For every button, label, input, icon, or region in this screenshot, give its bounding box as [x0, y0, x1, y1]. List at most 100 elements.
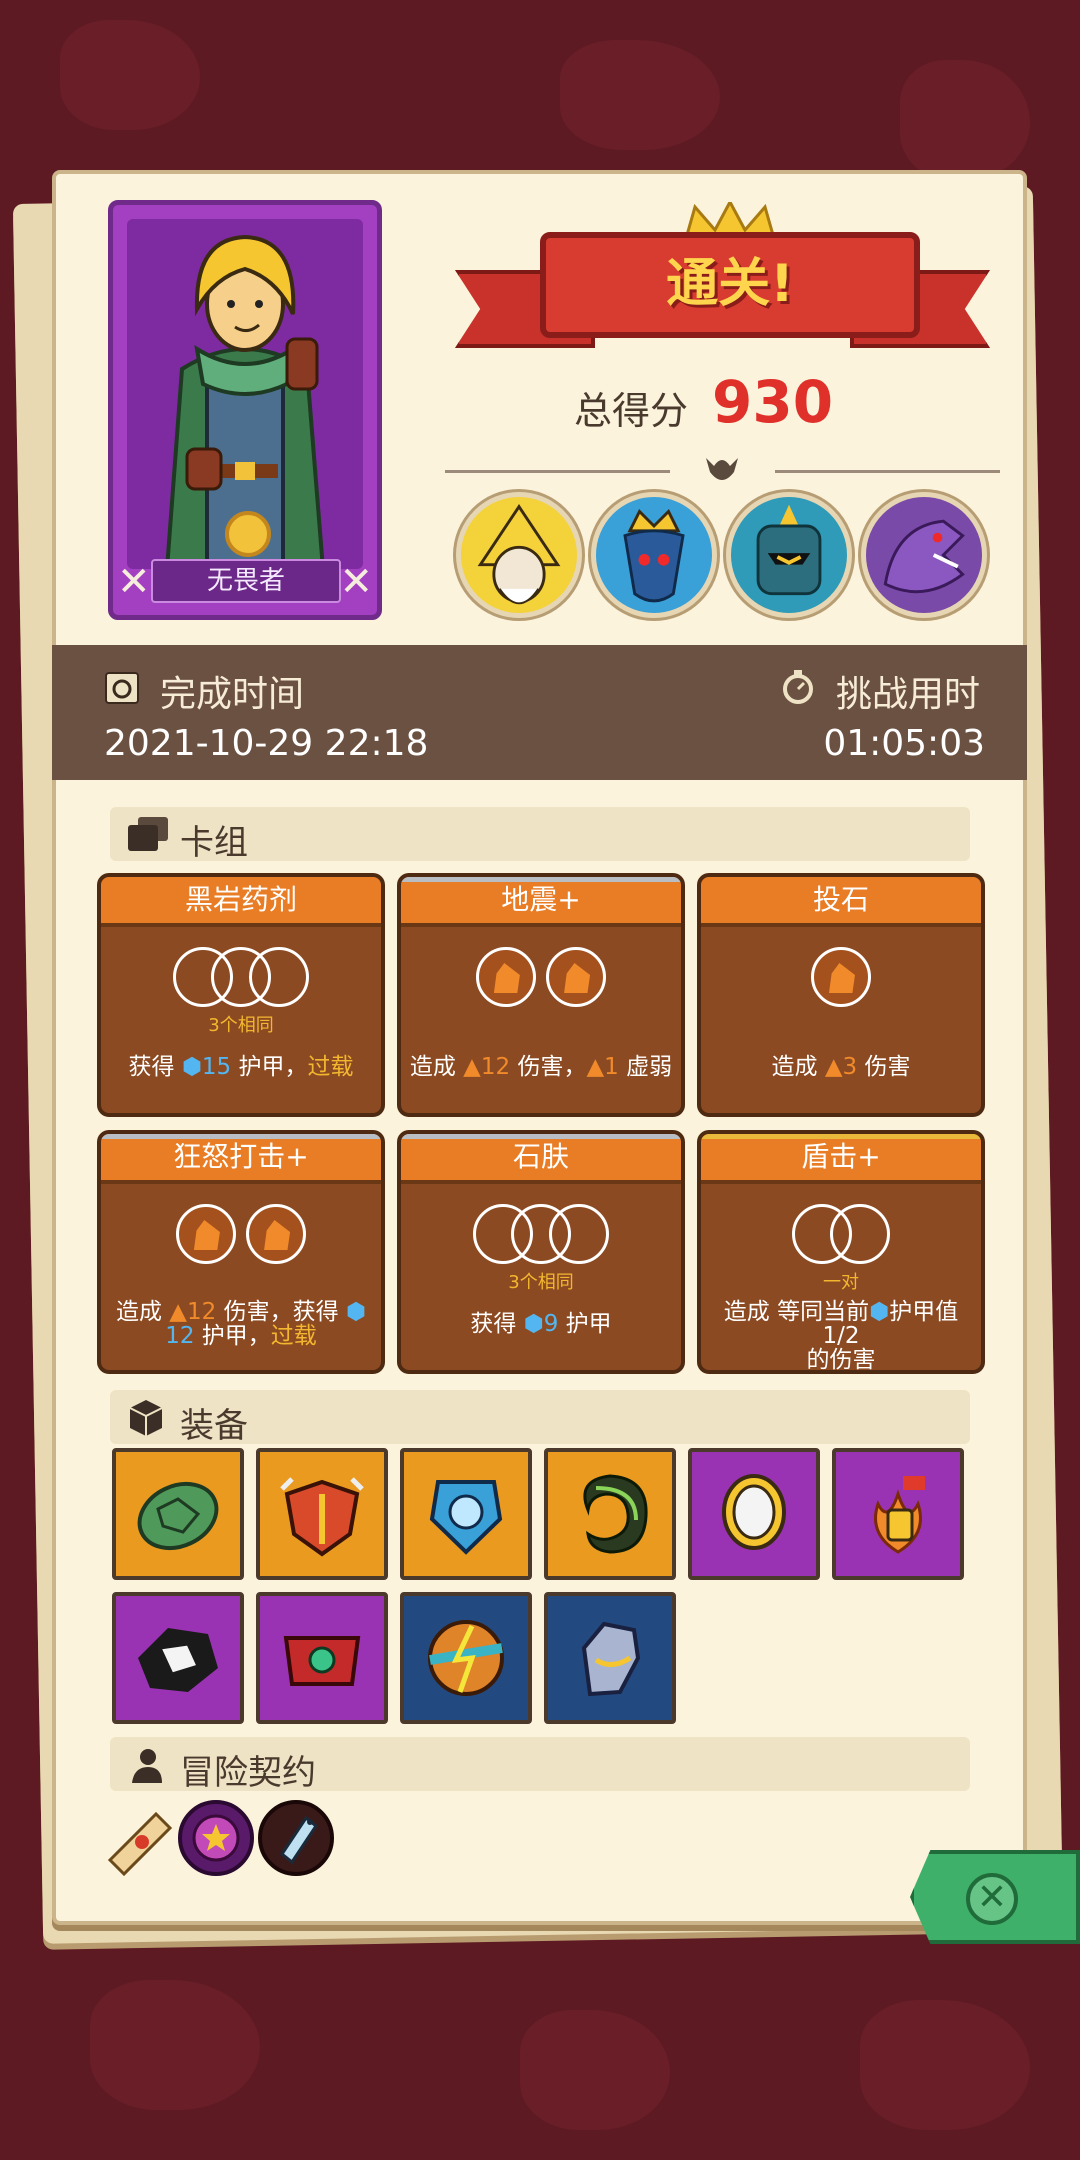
equipment-slot[interactable] — [112, 1592, 244, 1724]
equipment-slot[interactable] — [688, 1448, 820, 1580]
boss-portrait[interactable] — [861, 492, 987, 618]
equipment-slot[interactable] — [256, 1592, 388, 1724]
card-description: 获得 ⬢15 护甲，过载 — [109, 1055, 373, 1079]
bone-icon: ✕ — [117, 559, 151, 605]
deck-card[interactable]: 盾击+ 一对 造成 等同当前⬢护甲值1/2 的伤害 — [697, 1130, 985, 1374]
card-title: 盾击+ — [701, 1134, 981, 1184]
card-description: 造成 ▲3 伤害 — [709, 1055, 973, 1079]
background-decoration — [520, 2010, 670, 2130]
card-cost-slots — [401, 947, 681, 1009]
damage-value: 12 — [480, 1054, 511, 1080]
cards-icon — [128, 817, 168, 851]
deck-card[interactable]: 投石 造成 ▲3 伤害 — [697, 873, 985, 1117]
background-decoration — [60, 20, 200, 130]
deck-card[interactable]: 地震+ 造成 ▲12 伤害，▲1 虚弱 — [397, 873, 685, 1117]
card-title: 地震+ — [401, 877, 681, 927]
desc-text: 获得 — [128, 1054, 182, 1080]
equipment-slot[interactable] — [544, 1592, 676, 1724]
armor-value: 9 — [543, 1311, 559, 1337]
card-description: 造成 ▲12 伤害，▲1 虚弱 — [409, 1055, 673, 1079]
purple-seal-icon — [192, 1814, 240, 1862]
victory-title: 通关! — [666, 254, 794, 314]
damage-icon: ▲ — [824, 1054, 843, 1080]
equipment-slot[interactable] — [544, 1448, 676, 1580]
yellow-wizard-boss-icon — [477, 504, 561, 605]
equipment-slot[interactable] — [112, 1448, 244, 1580]
deck-card[interactable]: 石肤 3个相同 获得 ⬢9 护甲 — [397, 1130, 685, 1374]
desc-text: 获得 — [470, 1311, 524, 1337]
background-decoration — [90, 1980, 260, 2110]
spiked-armor-icon — [280, 1477, 364, 1557]
card-slot-note: 3个相同 — [508, 1272, 574, 1293]
teal-knight-boss-icon — [756, 504, 822, 596]
desc-text: 护甲 — [558, 1311, 612, 1337]
weak-value: 1 — [604, 1054, 619, 1080]
equipment-section-header: 装备 — [110, 1390, 970, 1446]
lightning-orb-icon — [428, 1620, 504, 1696]
close-icon: ✕ — [976, 1877, 1008, 1918]
desc-text: 伤害，获得 — [216, 1299, 346, 1325]
box-icon — [129, 1400, 163, 1436]
stopwatch-icon — [783, 670, 813, 704]
duration-label: 挑战用时 — [836, 674, 981, 715]
card-slot-note: 一对 — [823, 1272, 859, 1293]
person-icon — [132, 1749, 162, 1783]
armor-icon: ⬢ — [523, 1311, 544, 1337]
rock-gem-icon — [475, 947, 536, 1007]
desc-text: 护甲， — [194, 1323, 271, 1349]
hero-portrait-card[interactable]: ✕ ✕ 无畏者 — [108, 200, 382, 620]
rank-medal-icon — [225, 511, 271, 557]
equipment-slot[interactable] — [832, 1448, 964, 1580]
damage-icon: ▲ — [169, 1299, 187, 1325]
scroll-icon — [107, 1811, 173, 1877]
boss-portrait[interactable] — [456, 492, 582, 618]
card-cost-slots — [701, 947, 981, 1009]
victory-banner: 通关! — [540, 232, 920, 338]
card-slot-note: 3个相同 — [208, 1015, 274, 1036]
desc-text: 造成 等同当前 — [723, 1299, 870, 1325]
deck-section-header: 卡组 — [110, 807, 970, 863]
armor-icon: ⬢ — [345, 1299, 366, 1325]
horn-ring-icon — [583, 1474, 648, 1554]
background-decoration — [900, 60, 1030, 180]
card-cost-slots — [101, 1204, 381, 1266]
duration-value: 01:05:03 — [823, 723, 985, 764]
damage-value: 3 — [842, 1054, 858, 1080]
rock-gem-icon — [546, 947, 607, 1007]
card-title: 狂怒打击+ — [101, 1134, 381, 1184]
divider-left — [445, 470, 670, 473]
contract-slot[interactable] — [258, 1800, 334, 1876]
divider-right — [775, 470, 1000, 473]
score-label: 总得分 — [574, 389, 689, 433]
armor-value: 15 — [201, 1054, 232, 1080]
close-button[interactable]: ✕ — [966, 1873, 1018, 1925]
boss-portrait[interactable] — [591, 492, 717, 618]
skull-icon — [706, 458, 738, 480]
equipment-slot[interactable] — [256, 1448, 388, 1580]
desc-text: 造成 — [115, 1299, 170, 1325]
deck-card[interactable]: 黑岩药剂 3个相同 获得 ⬢15 护甲，过载 — [97, 873, 385, 1117]
card-title: 黑岩药剂 — [101, 877, 381, 927]
purple-dragon-boss-icon — [883, 519, 965, 594]
contracts-section-header: 冒险契约 — [110, 1737, 970, 1793]
armor-value: 12 — [165, 1323, 195, 1349]
contract-slot[interactable] — [102, 1800, 178, 1877]
shattered-stone-icon — [138, 1628, 218, 1692]
desc-text: 伤害 — [857, 1054, 911, 1080]
finish-time-label: 完成时间 — [160, 674, 305, 715]
damage-value: 12 — [187, 1299, 217, 1325]
contract-slot[interactable] — [178, 1800, 254, 1876]
deck-card[interactable]: 狂怒打击+ 造成 ▲12 伤害，获得 ⬢ 12 护甲，过载 — [97, 1130, 385, 1374]
desc-text: 虚弱 — [618, 1054, 673, 1080]
boss-portrait[interactable] — [726, 492, 852, 618]
ice-shield-icon — [429, 1480, 503, 1555]
equipment-slot[interactable] — [400, 1448, 532, 1580]
rock-gem-icon — [246, 1204, 307, 1264]
background-decoration — [560, 40, 720, 150]
desc-text: 护甲， — [231, 1054, 308, 1080]
card-cost-slots — [101, 947, 381, 1009]
hero-name: 无畏者 — [151, 559, 341, 603]
equipment-slot[interactable] — [400, 1592, 532, 1724]
empty-slot-icon — [249, 947, 309, 1007]
fire-potion-icon — [874, 1476, 925, 1554]
